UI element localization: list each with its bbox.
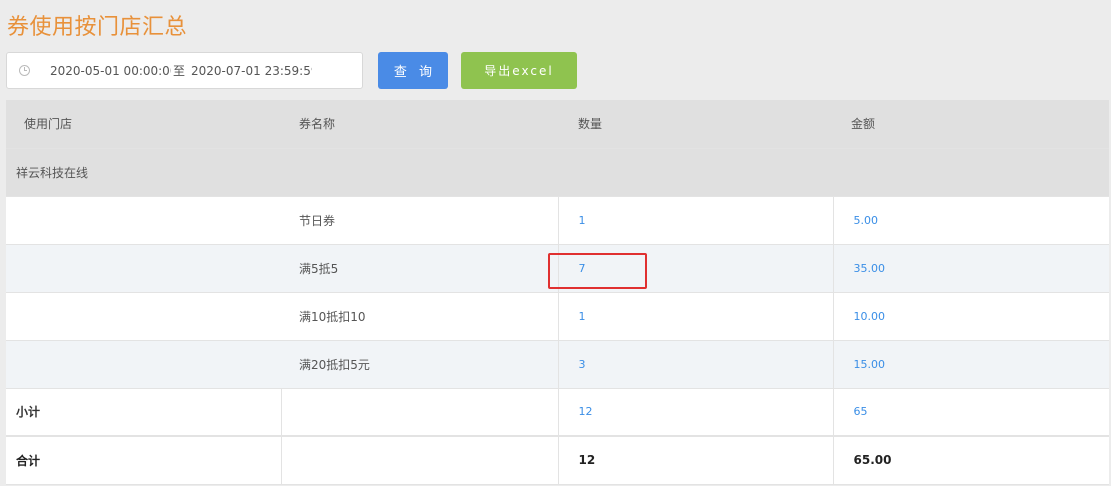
table-row: 满20抵扣5元 3 15.00 (6, 340, 1109, 389)
start-datetime[interactable]: 2020-05-01 00:00:00 (50, 64, 171, 78)
amount-link[interactable]: 10.00 (832, 292, 1109, 341)
subtotal-label: 小计 (6, 388, 281, 437)
total-row: 合计 12 65.00 (6, 435, 1109, 485)
date-range-picker[interactable]: 2020-05-01 00:00:00 至 2020-07-01 23:59:5… (6, 52, 363, 89)
coupon-name-cell: 满20抵扣5元 (281, 340, 558, 389)
coupon-name-cell: 满10抵扣10 (281, 292, 558, 341)
subtotal-amount-link[interactable]: 65 (832, 388, 1109, 437)
subtotal-row: 小计 12 65 (6, 388, 1109, 437)
store-cell (6, 340, 281, 389)
clock-icon (19, 65, 30, 76)
table-header-row: 使用门店 券名称 数量 金额 (6, 100, 1109, 149)
count-link[interactable]: 1 (557, 196, 833, 245)
store-cell (6, 196, 281, 245)
end-datetime[interactable]: 2020-07-01 23:59:59 (191, 64, 312, 78)
subtotal-empty-cell (280, 388, 558, 437)
total-count: 12 (557, 435, 833, 485)
amount-link[interactable]: 35.00 (832, 244, 1109, 293)
column-header-store: 使用门店 (6, 100, 281, 149)
page-title: 券使用按门店汇总 (7, 15, 188, 40)
table-row: 节日券 1 5.00 (6, 196, 1109, 245)
range-separator: 至 (173, 64, 186, 78)
store-group-row: 祥云科技在线 (6, 148, 1109, 197)
column-header-amount: 金额 (833, 100, 1109, 149)
coupon-name-cell: 节日券 (281, 196, 558, 245)
query-button[interactable]: 查 询 (378, 52, 448, 89)
total-amount: 65.00 (832, 435, 1109, 485)
total-label: 合计 (6, 435, 281, 485)
amount-link[interactable]: 5.00 (832, 196, 1109, 245)
table-row: 满5抵5 7 35.00 (6, 244, 1109, 293)
store-name: 祥云科技在线 (6, 148, 1109, 197)
count-link[interactable]: 1 (557, 292, 833, 341)
column-header-coupon-name: 券名称 (281, 100, 558, 149)
count-link[interactable]: 7 (557, 244, 833, 293)
amount-link[interactable]: 15.00 (832, 340, 1109, 389)
export-excel-button[interactable]: 导出excel (461, 52, 577, 89)
total-empty-cell (280, 435, 558, 485)
coupon-summary-table: 使用门店 券名称 数量 金额 祥云科技在线 节日券 1 5.00 满5抵5 7 … (6, 100, 1109, 485)
table-row: 满10抵扣10 1 10.00 (6, 292, 1109, 341)
coupon-name-cell: 满5抵5 (281, 244, 558, 293)
column-header-count: 数量 (558, 100, 833, 149)
store-cell (6, 292, 281, 341)
count-link[interactable]: 3 (557, 340, 833, 389)
store-cell (6, 244, 281, 293)
subtotal-count-link[interactable]: 12 (557, 388, 833, 437)
